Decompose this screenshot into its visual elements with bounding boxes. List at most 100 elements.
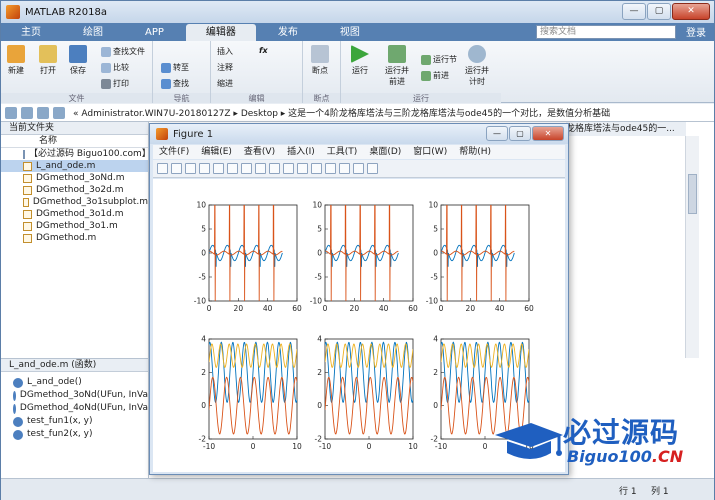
goto-button[interactable]: 转至 xyxy=(161,62,189,73)
function-signature: L_and_ode() xyxy=(27,377,82,387)
tab-view[interactable]: 视图 xyxy=(320,24,380,41)
function-item[interactable]: test_fun2(x, y) xyxy=(1,428,148,441)
rotate-icon[interactable] xyxy=(269,163,280,174)
file-row[interactable]: DGmethod_3oNd.m xyxy=(1,172,148,184)
insert-button[interactable]: 插入 xyxy=(217,46,233,57)
print-button[interactable]: 打印 xyxy=(101,78,129,89)
pointer-icon[interactable] xyxy=(213,163,224,174)
browse-folder-icon[interactable] xyxy=(53,106,65,119)
print-figure-icon[interactable] xyxy=(199,163,210,174)
file-name: DGmethod_3o1d.m xyxy=(36,209,124,219)
menu-view[interactable]: 查看(V) xyxy=(238,145,281,159)
m-file-icon xyxy=(23,173,32,183)
pan-icon[interactable] xyxy=(255,163,266,174)
y-tick-label: -10 xyxy=(310,297,322,306)
link-plot-icon[interactable] xyxy=(311,163,322,174)
comment-button[interactable]: 注释 xyxy=(217,62,233,73)
y-tick-label: 0 xyxy=(433,249,438,258)
legend-icon[interactable] xyxy=(339,163,350,174)
menu-desktop[interactable]: 桌面(D) xyxy=(363,145,407,159)
name-column-header[interactable]: 名称 xyxy=(1,135,148,148)
run-section-button[interactable]: 运行节 xyxy=(421,54,457,65)
brush-icon[interactable] xyxy=(297,163,308,174)
folder-path[interactable]: « Administrator.WIN7U-20180127Z ▸ Deskto… xyxy=(73,106,610,119)
file-name: DGmethod_3o1subplot.m xyxy=(32,197,148,207)
function-icon xyxy=(13,403,16,414)
menu-window[interactable]: 窗口(W) xyxy=(407,145,453,159)
search-docs-input[interactable]: 搜索文档 xyxy=(536,25,676,39)
hide-tools-icon[interactable] xyxy=(353,163,364,174)
figure-close-button[interactable]: ✕ xyxy=(532,126,564,141)
show-tools-icon[interactable] xyxy=(367,163,378,174)
advance-button[interactable]: 前进 xyxy=(421,70,449,81)
function-item[interactable]: DGmethod_4oNd(UFun, InVa xyxy=(1,402,148,415)
y-tick-label: 10 xyxy=(312,201,322,210)
data-cursor-icon[interactable] xyxy=(283,163,294,174)
back-icon[interactable] xyxy=(5,106,17,119)
tab-editor[interactable]: 编辑器 xyxy=(185,24,256,41)
tab-plots[interactable]: 绘图 xyxy=(63,24,123,41)
breakpoints-button[interactable]: 断点 xyxy=(311,45,329,76)
open-button[interactable]: 打开 xyxy=(39,45,57,76)
fx-button[interactable]: fx xyxy=(259,46,268,55)
menu-file[interactable]: 文件(F) xyxy=(153,145,195,159)
menu-edit[interactable]: 编辑(E) xyxy=(195,145,238,159)
login-link[interactable]: 登录 xyxy=(686,24,706,39)
x-tick-label: 40 xyxy=(263,304,273,313)
file-row[interactable]: DGmethod_3o1.m xyxy=(1,220,148,232)
x-tick-label: 10 xyxy=(292,442,302,451)
save-button[interactable]: 保存 xyxy=(69,45,87,76)
x-tick-label: 0 xyxy=(367,442,372,451)
figure-minimize-button[interactable]: — xyxy=(486,126,508,141)
menu-tools[interactable]: 工具(T) xyxy=(321,145,364,159)
scrollbar-thumb[interactable] xyxy=(688,174,697,214)
y-tick-label: -2 xyxy=(315,435,323,444)
run-advance-button[interactable]: 运行并 前进 xyxy=(385,45,409,87)
file-row[interactable]: DGmethod_3o2d.m xyxy=(1,184,148,196)
function-item[interactable]: L_and_ode() xyxy=(1,376,148,389)
compare-button[interactable]: 比较 xyxy=(101,62,129,73)
file-row[interactable]: DGmethod.m xyxy=(1,232,148,244)
save-figure-icon[interactable] xyxy=(185,163,196,174)
tab-publish[interactable]: 发布 xyxy=(258,24,318,41)
new-figure-icon[interactable] xyxy=(157,163,168,174)
file-row[interactable]: DGmethod_3o1subplot.m xyxy=(1,196,148,208)
y-tick-label: -2 xyxy=(199,435,207,444)
x-tick-label: 40 xyxy=(379,304,389,313)
file-row[interactable]: L_and_ode.m xyxy=(1,160,148,172)
run-button[interactable]: 运行 xyxy=(351,45,369,76)
tab-apps[interactable]: APP xyxy=(125,24,184,41)
run-and-time-button[interactable]: 运行并 计时 xyxy=(465,45,489,87)
m-file-icon xyxy=(23,221,32,231)
forward-icon[interactable] xyxy=(21,106,33,119)
file-row[interactable]: 【必过源码 Biguo100.com】 xyxy=(1,148,151,160)
minimize-button[interactable]: — xyxy=(622,3,646,20)
open-file-icon[interactable] xyxy=(171,163,182,174)
function-item[interactable]: DGmethod_3oNd(UFun, InVa xyxy=(1,389,148,402)
find-files-button[interactable]: 查找文件 xyxy=(101,46,145,57)
file-row[interactable]: DGmethod_3o1d.m xyxy=(1,208,148,220)
figure-maximize-button[interactable]: ▢ xyxy=(509,126,531,141)
find-button[interactable]: 查找 xyxy=(161,78,189,89)
indent-button[interactable]: 缩进 xyxy=(217,78,233,89)
colorbar-icon[interactable] xyxy=(325,163,336,174)
figure-title-bar: Figure 1 — ▢ ✕ xyxy=(150,124,568,144)
maximize-button[interactable]: ▢ xyxy=(647,3,671,20)
menu-insert[interactable]: 插入(I) xyxy=(281,145,321,159)
menu-help[interactable]: 帮助(H) xyxy=(453,145,497,159)
file-name: 【必过源码 Biguo100.com】 xyxy=(29,149,151,159)
address-bar[interactable]: « Administrator.WIN7U-20180127Z ▸ Deskto… xyxy=(1,104,714,122)
up-folder-icon[interactable] xyxy=(37,106,49,119)
run-section-icon xyxy=(421,54,431,65)
stopwatch-icon xyxy=(468,45,486,63)
y-tick-label: 10 xyxy=(196,201,206,210)
close-button[interactable]: ✕ xyxy=(672,3,710,20)
editor-scrollbar[interactable] xyxy=(685,136,699,358)
editor-tab-strip[interactable]: 龙格库塔法与ode45的一... xyxy=(566,122,686,136)
tab-home[interactable]: 主页 xyxy=(1,24,61,41)
y-tick-label: 0 xyxy=(433,401,438,410)
zoom-out-icon[interactable] xyxy=(241,163,252,174)
new-button[interactable]: 新建 xyxy=(7,45,25,76)
function-item[interactable]: test_fun1(x, y) xyxy=(1,415,148,428)
zoom-in-icon[interactable] xyxy=(227,163,238,174)
